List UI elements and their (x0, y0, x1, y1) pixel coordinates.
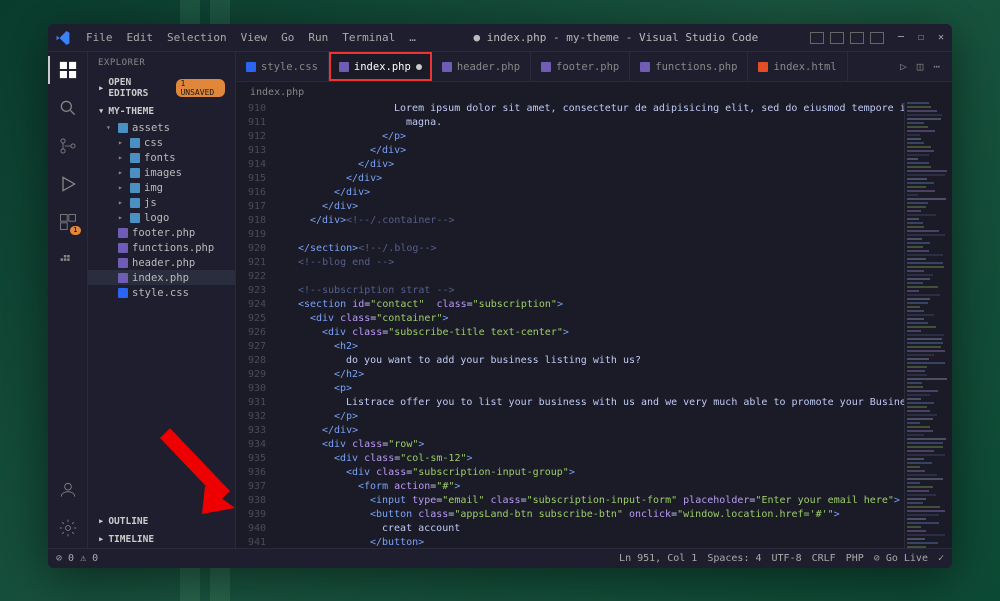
tab-functions-php[interactable]: functions.php (630, 52, 748, 81)
run-icon[interactable]: ▷ (900, 60, 907, 73)
dirty-indicator-icon (416, 64, 422, 70)
unsaved-badge: 1 UNSAVED (176, 79, 225, 97)
project-section[interactable]: ▾ MY-THEME (88, 102, 235, 120)
minimap[interactable] (904, 102, 952, 548)
status-item[interactable]: ⊘ Go Live (874, 553, 928, 564)
folder-fonts[interactable]: ▸fonts (88, 150, 235, 165)
search-icon[interactable] (58, 98, 78, 118)
menu-edit[interactable]: Edit (121, 29, 160, 46)
folder-js[interactable]: ▸js (88, 195, 235, 210)
file-functions-php[interactable]: functions.php (88, 240, 235, 255)
status-item[interactable]: Ln 951, Col 1 (619, 553, 697, 564)
folder-assets[interactable]: ▾assets (88, 120, 235, 135)
maximize-button[interactable]: ☐ (918, 32, 924, 43)
tab-index-php[interactable]: index.php (329, 52, 432, 81)
file-index-php[interactable]: index.php (88, 270, 235, 285)
file-header-php[interactable]: header.php (88, 255, 235, 270)
more-icon[interactable]: ⋯ (933, 60, 940, 73)
close-button[interactable]: ✕ (938, 32, 944, 43)
tab-style-css[interactable]: style.css (236, 52, 329, 81)
menu-view[interactable]: View (235, 29, 274, 46)
extensions-icon[interactable]: 1 (58, 212, 78, 232)
sidebar-title: EXPLORER (88, 52, 235, 74)
annotation-arrow-icon (150, 428, 250, 518)
menu-selection[interactable]: Selection (161, 29, 233, 46)
folder-images[interactable]: ▸images (88, 165, 235, 180)
code-editor[interactable]: 9109119129139149159169179189199209219229… (236, 102, 952, 548)
titlebar: FileEditSelectionViewGoRunTerminal… ● in… (48, 24, 952, 52)
explorer-icon[interactable] (58, 60, 78, 80)
split-editor-icon[interactable]: ◫ (917, 60, 924, 73)
timeline-section[interactable]: ▸TIMELINE (88, 530, 235, 548)
menu-go[interactable]: Go (275, 29, 300, 46)
layout-controls[interactable] (810, 32, 884, 44)
menu-terminal[interactable]: Terminal (336, 29, 401, 46)
settings-icon[interactable] (58, 518, 78, 538)
file-footer-php[interactable]: footer.php (88, 225, 235, 240)
status-item[interactable]: CRLF (812, 553, 836, 564)
window-title: ● index.php - my-theme - Visual Studio C… (422, 31, 810, 44)
tab-index-html[interactable]: index.html (748, 52, 847, 81)
open-editors-section[interactable]: ▸ OPEN EDITORS 1 UNSAVED (88, 74, 235, 102)
activity-bar: 1 (48, 52, 88, 548)
folder-logo[interactable]: ▸logo (88, 210, 235, 225)
status-item[interactable]: PHP (846, 553, 864, 564)
folder-css[interactable]: ▸css (88, 135, 235, 150)
minimize-button[interactable]: ─ (898, 32, 904, 43)
vscode-logo-icon (56, 31, 70, 45)
breadcrumbs[interactable]: index.php (236, 82, 952, 102)
status-left[interactable]: ⊘ 0 ⚠ 0 (56, 553, 98, 564)
file-style-css[interactable]: style.css (88, 285, 235, 300)
status-item[interactable]: UTF-8 (772, 553, 802, 564)
folder-img[interactable]: ▸img (88, 180, 235, 195)
status-bar: ⊘ 0 ⚠ 0 Ln 951, Col 1 Spaces: 4 UTF-8 CRLF P… (48, 548, 952, 568)
debug-icon[interactable] (58, 174, 78, 194)
status-item[interactable]: Spaces: 4 (707, 553, 761, 564)
menu-run[interactable]: Run (302, 29, 334, 46)
tab-footer-php[interactable]: footer.php (531, 52, 630, 81)
source-control-icon[interactable] (58, 136, 78, 156)
menu-bar: FileEditSelectionViewGoRunTerminal… (80, 29, 422, 46)
menu-file[interactable]: File (80, 29, 119, 46)
status-item[interactable]: ✓ (938, 553, 944, 564)
docker-icon[interactable] (58, 250, 78, 270)
editor-tabs: style.cssindex.phpheader.phpfooter.phpfu… (236, 52, 952, 82)
tab-header-php[interactable]: header.php (432, 52, 531, 81)
menu-…[interactable]: … (403, 29, 422, 46)
account-icon[interactable] (58, 480, 78, 500)
